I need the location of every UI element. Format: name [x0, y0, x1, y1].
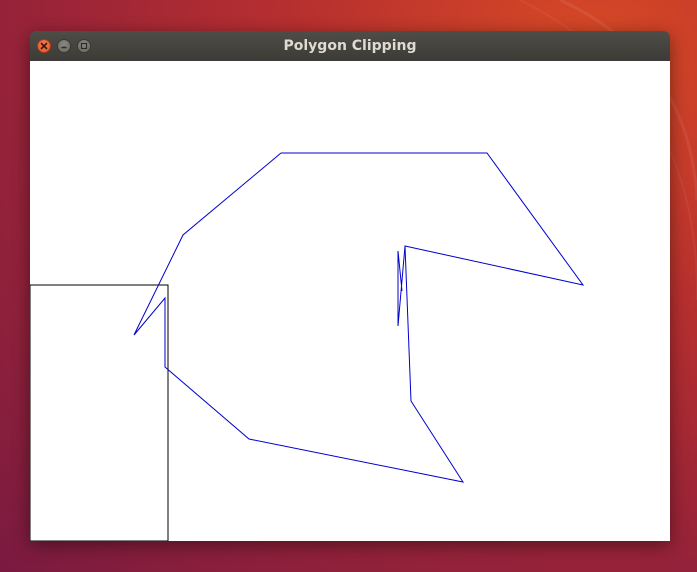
- maximize-icon: [80, 42, 88, 50]
- minimize-button[interactable]: [57, 39, 71, 53]
- maximize-button[interactable]: [77, 39, 91, 53]
- drawing-canvas[interactable]: [30, 61, 670, 541]
- window-title: Polygon Clipping: [283, 38, 417, 54]
- minimize-icon: [61, 46, 67, 49]
- canvas-svg: [30, 152, 585, 541]
- close-icon: [40, 42, 48, 50]
- clip-window-rectangle: [30, 284, 169, 541]
- subject-polygon: [133, 152, 585, 483]
- close-button[interactable]: [37, 39, 51, 53]
- polygon-spike: [397, 245, 406, 327]
- window-titlebar[interactable]: Polygon Clipping: [30, 31, 670, 61]
- app-window: Polygon Clipping: [30, 31, 670, 541]
